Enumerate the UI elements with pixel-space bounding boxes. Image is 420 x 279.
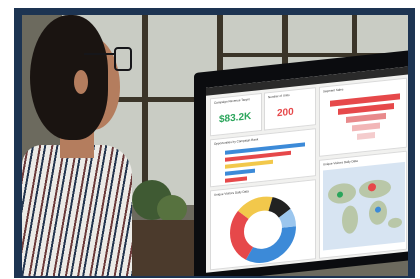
bar-tile: Opportunities by Campaign Rank xyxy=(210,128,316,188)
tile-label: Segment Sales xyxy=(323,87,344,94)
glasses-arm xyxy=(84,53,116,55)
tile-label: Number of Units xyxy=(268,92,290,100)
units-tile: Number of Units 200 xyxy=(264,87,316,131)
photo: Campaign Revenue Target $83.2K Number of… xyxy=(22,15,408,276)
units-value: 200 xyxy=(277,106,294,120)
tile-label: Opportunities by Campaign Rank xyxy=(214,137,259,146)
funnel-bar xyxy=(357,131,375,140)
striped-shirt xyxy=(22,145,132,276)
donut-chart xyxy=(230,196,296,263)
tile-label: Campaign Revenue Target xyxy=(214,97,250,105)
plant xyxy=(157,195,187,223)
funnel-bar xyxy=(352,122,380,132)
hair xyxy=(30,15,108,140)
bar xyxy=(225,168,255,176)
glasses xyxy=(114,47,132,71)
funnel-bar xyxy=(346,112,386,124)
image-frame: Campaign Revenue Target $83.2K Number of… xyxy=(14,8,415,278)
map-tile: Unique Visitors Daily Data xyxy=(319,150,407,259)
bar xyxy=(225,176,247,183)
ear xyxy=(74,70,88,94)
donut-tile: Unique Visitors Daily Data xyxy=(210,179,316,271)
revenue-value: $83.2K xyxy=(219,110,252,126)
bar xyxy=(225,159,273,169)
dashboard-screen: Campaign Revenue Target $83.2K Number of… xyxy=(206,66,408,273)
monitor: Campaign Revenue Target $83.2K Number of… xyxy=(194,49,408,276)
revenue-tile: Campaign Revenue Target $83.2K xyxy=(210,92,262,137)
funnel-tile: Segment Sales xyxy=(319,77,407,157)
world-map xyxy=(323,161,405,251)
